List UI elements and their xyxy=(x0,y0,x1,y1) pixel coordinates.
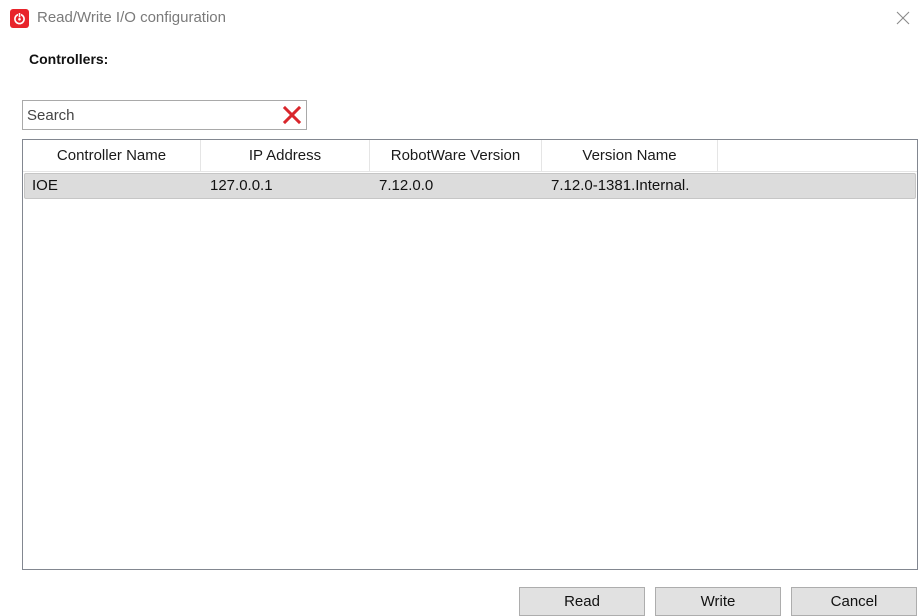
close-button[interactable] xyxy=(890,6,916,30)
title-bar: Read/Write I/O configuration xyxy=(0,0,922,36)
io-config-dialog: Read/Write I/O configuration Controllers… xyxy=(0,0,922,616)
controllers-label: Controllers: xyxy=(29,51,109,67)
controllers-grid: Controller Name IP Address RobotWare Ver… xyxy=(22,139,918,570)
clear-search-button[interactable] xyxy=(281,104,303,126)
cell-filler xyxy=(720,174,915,198)
close-icon xyxy=(896,11,910,25)
write-button[interactable]: Write xyxy=(655,587,781,616)
cancel-button[interactable]: Cancel xyxy=(791,587,917,616)
abb-robot-icon xyxy=(10,9,29,28)
read-button[interactable]: Read xyxy=(519,587,645,616)
red-x-icon xyxy=(282,105,302,125)
column-header-robotware-version[interactable]: RobotWare Version xyxy=(370,140,542,171)
cell-controller-name: IOE xyxy=(32,177,58,194)
window-title: Read/Write I/O configuration xyxy=(37,9,226,26)
search-input[interactable] xyxy=(27,105,275,125)
column-header-version-name[interactable]: Version Name xyxy=(542,140,718,171)
column-header-ip-address[interactable]: IP Address xyxy=(201,140,370,171)
cell-ip-address: 127.0.0.1 xyxy=(210,177,273,194)
table-row[interactable]: IOE 127.0.0.1 7.12.0.0 7.12.0-1381.Inter… xyxy=(24,173,916,199)
cell-robotware-version: 7.12.0.0 xyxy=(379,177,434,194)
column-header-controller-name[interactable]: Controller Name xyxy=(23,140,201,171)
search-box xyxy=(22,100,307,130)
cell-version-name: 7.12.0-1381.Internal. xyxy=(551,177,690,194)
grid-header: Controller Name IP Address RobotWare Ver… xyxy=(23,140,917,172)
column-header-filler xyxy=(718,140,917,171)
